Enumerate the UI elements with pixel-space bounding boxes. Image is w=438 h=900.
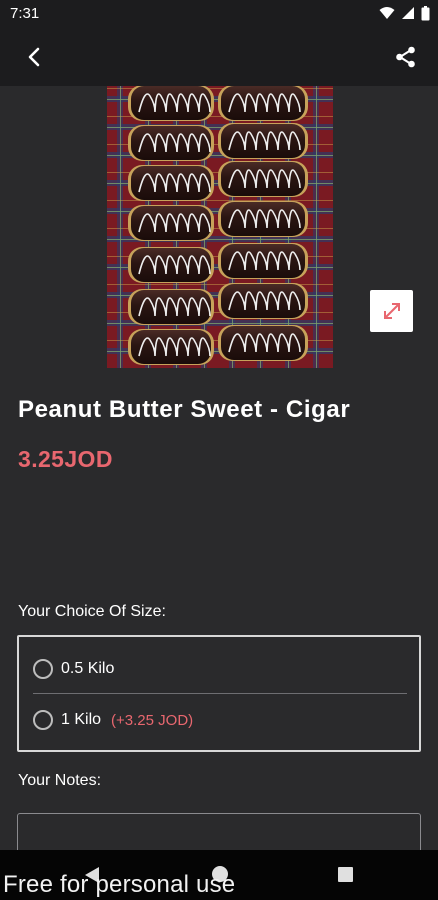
size-option-label: 1 Kilo: [61, 711, 102, 728]
chevron-left-icon: [28, 47, 40, 67]
nav-recents-icon[interactable]: [338, 867, 353, 882]
app-bar: [0, 28, 438, 86]
option-divider: [33, 693, 407, 694]
wifi-icon: [379, 7, 395, 19]
size-section-label: Your Choice Of Size:: [18, 603, 166, 620]
product-photo: [107, 86, 333, 368]
size-option-half-kilo[interactable]: 0.5 Kilo: [33, 654, 114, 684]
size-options-box: 0.5 Kilo 1 Kilo (+3.25 JOD): [17, 635, 421, 752]
signal-icon: [402, 7, 414, 19]
status-time: 7:31: [10, 5, 40, 22]
status-icons: [379, 5, 430, 21]
product-price: 3.25JOD: [18, 446, 113, 472]
product-title: Peanut Butter Sweet - Cigar: [18, 396, 351, 423]
battery-icon: [421, 5, 430, 20]
back-button[interactable]: [18, 42, 50, 72]
product-image[interactable]: (function(){ var g = document.getElement…: [107, 86, 333, 368]
share-button[interactable]: [390, 42, 422, 72]
size-option-one-kilo[interactable]: 1 Kilo (+3.25 JOD): [33, 705, 193, 735]
expand-image-button[interactable]: [370, 290, 413, 332]
share-icon: [396, 46, 415, 68]
radio-button[interactable]: [33, 659, 53, 679]
size-option-extra-price: (+3.25 JOD): [111, 711, 194, 729]
radio-button[interactable]: [33, 710, 53, 730]
notes-label: Your Notes:: [18, 772, 102, 789]
expand-icon: [383, 303, 400, 319]
size-option-label: 0.5 Kilo: [61, 660, 115, 677]
status-bar: 7:31: [0, 0, 438, 28]
watermark: Free for personal use: [3, 871, 236, 898]
